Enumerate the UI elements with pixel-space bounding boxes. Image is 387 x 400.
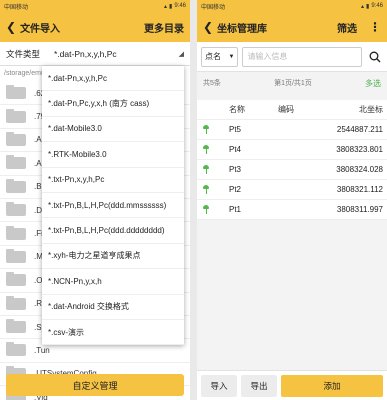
location-pin-icon [203,185,209,194]
location-pin-icon [203,165,209,174]
cell-north: 3808324.028 [336,165,383,174]
column-name: 名称 [229,105,245,114]
folder-icon [6,225,26,240]
page-title: 坐标管理库 [217,23,268,35]
point-table: Pt5 2544887.211 Pt4 3808323.801 Pt3 3808324.0… [197,120,387,220]
table-row[interactable]: Pt5 2544887.211 [197,120,387,140]
signal-icon: ▮ [169,3,173,10]
file-type-option[interactable]: *.txt-Pn,x,y,h,Pc [42,168,184,193]
chevron-down-icon: ◢ [178,50,184,58]
cell-name: Pt2 [229,185,242,194]
folder-icon [6,272,26,287]
search-field-value: 点名 [205,52,221,61]
status-bar: 中国移动 ▴ ▮ 9:46 [197,0,387,12]
page-title: 文件导入 [20,23,61,35]
file-type-label: 文件类型 [6,48,41,59]
coordinate-library-screen: 中国移动 ▴ ▮ 9:46 ❮ 坐标管理库 筛选 ⋮ 点名 ▼ 共5条 [197,0,387,400]
status-time: 9:46 [371,3,383,9]
cell-name: Pt4 [229,145,242,154]
filter-button[interactable]: 筛选 [337,20,357,35]
cell-north: 3808323.801 [336,145,383,154]
folder-icon [6,202,26,217]
status-icons: ▴ ▮ 9:46 [164,3,186,10]
file-type-option[interactable]: *.csv-演示 [42,320,184,346]
file-import-screen: 中国移动 ▴ ▮ 9:46 ❮ 文件导入 更多目录 文件类型 *.dat-Pn,… [0,0,190,400]
more-directories-button[interactable]: 更多目录 [144,20,184,35]
folder-icon [6,155,26,170]
file-type-option[interactable]: *.RTK-Mobile3.0 [42,142,184,168]
table-row[interactable]: Pt4 3808323.801 [197,140,387,160]
file-type-option[interactable]: *.dat-Android 交换格式 [42,295,184,320]
file-type-dropdown: *.dat-Pn,x,y,h,Pc *.dat-Pn,Pc,y,x,h (南方 c… [42,66,184,346]
pager: 共5条 第1页/共1页 多选 [197,72,387,94]
file-type-option[interactable]: *.dat-Pn,Pc,y,x,h (南方 cass) [42,91,184,117]
column-code: 编码 [278,105,294,114]
record-count: 共5条 [203,80,221,87]
chevron-down-icon: ▼ [228,53,235,60]
table-row[interactable]: Pt3 3808324.028 [197,160,387,180]
app-bar: ❮ 坐标管理库 筛选 ⋮ [197,12,387,42]
export-button[interactable]: 导出 [241,374,277,397]
folder-icon [6,295,26,310]
back-arrow-icon: ❮ [6,20,17,34]
add-button[interactable]: 添加 [281,374,383,397]
status-bar: 中国移动 ▴ ▮ 9:46 [0,0,190,12]
location-pin-icon [203,125,209,134]
page-indicator: 第1页/共1页 [274,80,312,87]
search-button[interactable] [366,47,383,67]
file-type-option[interactable]: *.dat-Pn,x,y,h,Pc [42,66,184,92]
folder-icon [6,319,26,334]
search-input[interactable] [242,46,363,67]
status-time: 9:46 [174,3,186,9]
column-north: 北坐标 [359,105,383,114]
cell-name: Pt1 [229,205,242,214]
folder-icon [6,178,26,193]
cell-name: Pt3 [229,165,242,174]
search-field-select[interactable]: 点名 ▼ [201,46,239,67]
file-type-option[interactable]: *.NCN-Pn,y,x,h [42,269,184,295]
status-icons: ▴ ▮ 9:46 [361,3,383,10]
back-arrow-icon: ❮ [203,20,214,34]
folder-icon [6,248,26,263]
folder-icon [6,342,26,357]
file-type-option[interactable]: *.txt-Pn,B,L,H,Pc(ddd.mmssssss) [42,193,184,219]
wifi-icon: ▴ [163,3,167,10]
cell-north: 3808321.112 [336,185,383,194]
action-bar: 导入 导出 添加 [197,370,387,400]
file-type-selector[interactable]: 文件类型 *.dat-Pn,x,y,h,Pc ◢ [0,42,190,66]
table-row[interactable]: Pt2 3808321.112 [197,180,387,200]
signal-icon: ▮ [366,3,370,10]
app-bar-actions: 筛选 ⋮ [337,20,381,35]
folder-icon [6,108,26,123]
folder-icon [6,85,26,100]
cell-name: Pt5 [229,125,242,134]
file-type-value: *.dat-Pn,x,y,h,Pc [54,48,117,59]
back-button[interactable]: ❮ 文件导入 [6,20,60,35]
cell-north: 2544887.211 [336,125,383,134]
import-button[interactable]: 导入 [201,374,237,397]
cell-north: 3808311.997 [336,205,383,214]
overflow-menu-icon[interactable]: ⋮ [369,20,381,34]
file-type-option[interactable]: *.txt-Pn,B,L,H,Pc(ddd.dddddddd) [42,218,184,244]
custom-manage-button[interactable]: 自定义管理 [6,374,184,396]
folder-icon [6,131,26,146]
file-type-option[interactable]: *.dat-Mobile3.0 [42,117,184,143]
back-button[interactable]: ❮ 坐标管理库 [203,20,267,35]
search-icon [369,51,381,62]
multi-select-button[interactable]: 多选 [365,78,381,89]
location-pin-icon [203,145,209,154]
status-carrier: 中国移动 [201,4,226,11]
app-bar: ❮ 文件导入 更多目录 [0,12,190,42]
location-pin-icon [203,205,209,214]
search-bar: 点名 ▼ [197,42,387,72]
wifi-icon: ▴ [360,3,364,10]
status-carrier: 中国移动 [4,4,29,11]
table-row[interactable]: Pt1 3808311.997 [197,200,387,220]
file-type-option[interactable]: *.xyh-电力之星道亨成果点 [42,244,184,270]
table-header: 名称 编码 北坐标 [197,100,387,120]
folder-name: .Tun [34,345,50,355]
